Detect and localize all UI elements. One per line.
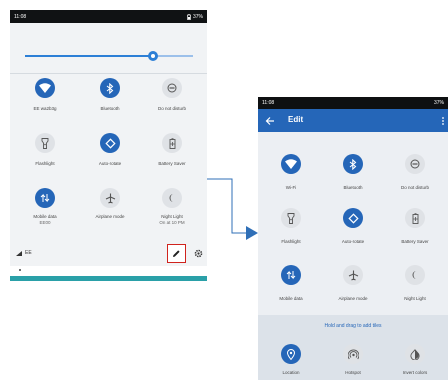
rotate-icon: [347, 212, 359, 224]
wifi-icon: [285, 159, 297, 169]
tile-wifi[interactable]: Wi-Fi: [263, 154, 319, 191]
edit-tiles-screen: 11:08 37% Edit Wi-Fi Bluetooth Do not di…: [258, 97, 448, 380]
tile-auto-rotate[interactable]: Auto-rotate: [325, 208, 381, 245]
tile-hotspot[interactable]: Hotspot: [325, 344, 381, 376]
night-light-icon: [412, 271, 417, 279]
mobile-data-icon: [286, 270, 296, 280]
tile-label: Night Light: [404, 296, 426, 301]
tile-label: Invert colors: [402, 370, 428, 375]
battery-saver-icon: [412, 212, 418, 224]
tile-label: Auto-rotate: [341, 239, 365, 244]
tile-label: Flashlight: [281, 239, 301, 244]
tile-label: Mobile data: [279, 296, 303, 301]
tile-flashlight[interactable]: Flashlight: [263, 208, 319, 245]
bluetooth-icon: [349, 158, 357, 170]
tile-airplane-mode[interactable]: Airplane mode: [325, 265, 381, 302]
hotspot-icon: [347, 349, 359, 359]
tile-label: Location: [282, 370, 300, 375]
available-tiles-area: Hold and drag to add tiles Location Hots…: [258, 315, 448, 380]
tile-label: Bluetooth: [343, 185, 363, 190]
drag-hint: Hold and drag to add tiles: [324, 323, 382, 329]
tile-bluetooth[interactable]: Bluetooth: [325, 154, 381, 191]
more-options-icon[interactable]: [440, 115, 446, 127]
dnd-icon: [410, 159, 420, 169]
tile-location[interactable]: Location: [263, 344, 319, 376]
tile-label: Airplane mode: [338, 296, 368, 301]
status-time: 11:08: [262, 100, 275, 106]
tile-label: Hotspot: [345, 370, 361, 375]
tile-night-light[interactable]: Night Light: [387, 265, 443, 302]
tile-do-not-disturb[interactable]: Do not disturb: [387, 154, 443, 191]
flashlight-icon: [287, 212, 295, 224]
tile-label: Wi-Fi: [285, 185, 297, 190]
tile-invert-colors[interactable]: Invert colors: [387, 344, 443, 376]
airplane-icon: [348, 270, 358, 280]
tile-label: Do not disturb: [400, 185, 429, 190]
back-arrow-icon[interactable]: [264, 115, 276, 127]
page-title: Edit: [288, 115, 304, 124]
tile-label: Battery Saver: [401, 239, 429, 244]
invert-colors-icon: [410, 348, 420, 360]
status-bar: 11:08 37%: [258, 97, 448, 109]
location-icon: [287, 348, 295, 360]
tile-mobile-data[interactable]: Mobile data: [263, 265, 319, 302]
tile-battery-saver[interactable]: Battery Saver: [387, 208, 443, 245]
battery-percent: 37%: [433, 100, 444, 106]
app-bar: Edit: [258, 109, 448, 132]
